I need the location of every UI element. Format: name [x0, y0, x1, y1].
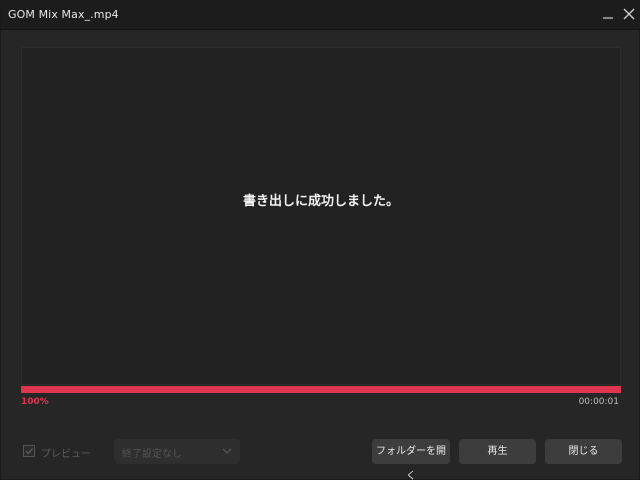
- progress-bar: [21, 386, 621, 393]
- export-complete-window: GOM Mix Max_.mp4 書き出しに成功しました。 100% 00:00…: [0, 0, 640, 480]
- chevron-down-icon: [222, 448, 232, 454]
- preview-area: 書き出しに成功しました。: [21, 47, 621, 385]
- preview-checkbox[interactable]: [23, 445, 35, 457]
- end-setting-select[interactable]: 終了設定なし: [114, 439, 240, 464]
- play-button[interactable]: 再生: [459, 439, 536, 464]
- minimize-icon: [603, 17, 613, 19]
- minimize-button[interactable]: [599, 5, 617, 23]
- elapsed-time: 00:00:01: [578, 397, 619, 407]
- open-folder-button[interactable]: フォルダーを開く: [372, 439, 450, 480]
- progress-fill: [21, 386, 621, 393]
- status-message: 書き出しに成功しました。: [242, 194, 399, 209]
- close-window-button[interactable]: [620, 5, 638, 23]
- end-setting-value: 終了設定なし: [122, 449, 182, 460]
- checkmark-icon: [25, 448, 33, 455]
- progress-percent: 100%: [21, 397, 49, 407]
- title-bar: GOM Mix Max_.mp4: [1, 1, 640, 30]
- close-button[interactable]: 閉じる: [545, 439, 622, 464]
- preview-checkbox-label: プレビュー: [41, 449, 91, 460]
- close-icon: [623, 8, 635, 20]
- window-title: GOM Mix Max_.mp4: [8, 8, 119, 21]
